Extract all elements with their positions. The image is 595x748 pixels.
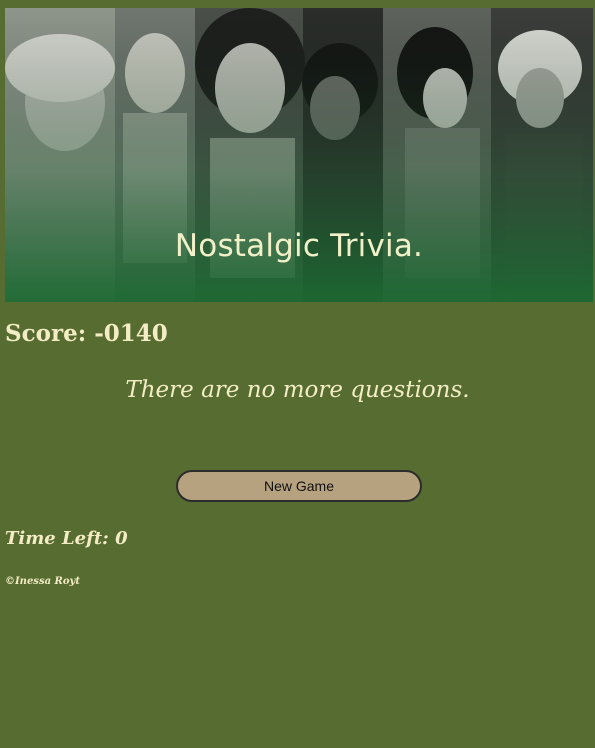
- new-game-button[interactable]: New Game: [176, 470, 422, 502]
- header-banner: Nostalgic Trivia.: [5, 8, 593, 302]
- copyright-text: ©Inessa Royt: [5, 576, 80, 587]
- status-message: There are no more questions.: [125, 377, 470, 403]
- app-title: Nostalgic Trivia.: [174, 228, 424, 264]
- time-left-display: Time Left: 0: [5, 528, 128, 549]
- score-display: Score: -0140: [5, 320, 168, 347]
